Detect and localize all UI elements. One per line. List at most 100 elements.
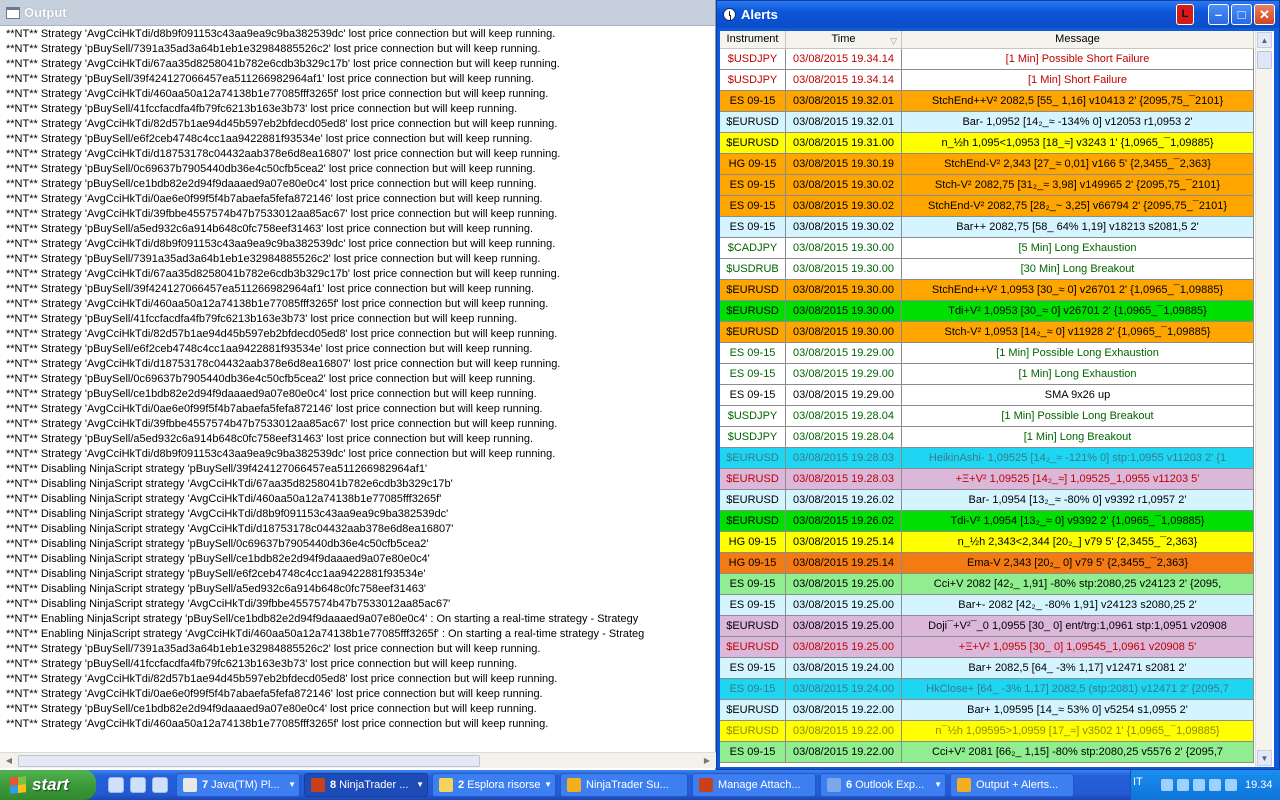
alert-row[interactable]: ES 09-15 03/08/2015 19.29.00 [1 Min] Possi… (720, 343, 1254, 364)
alert-row[interactable]: $USDRUB 03/08/2015 19.30.00 [30 Min] Long … (720, 259, 1254, 280)
taskbar-button-label: Output + Alerts... (976, 779, 1059, 791)
alert-message: n_½h 1,095<1,0953 [18_≈] v3243 1' {1,096… (902, 133, 1254, 153)
alert-row[interactable]: $CADJPY 03/08/2015 19.30.00 [5 Min] Long E… (720, 238, 1254, 259)
scrollbar-thumb[interactable] (18, 755, 480, 767)
alert-instrument: $CADJPY (720, 238, 786, 258)
alert-message: StchEnd++V² 1,0953 [30_≈ 0] v26701 2' {1… (902, 280, 1254, 300)
taskbar-button[interactable]: 2 Esplora risorse ▼ (432, 773, 556, 797)
app-icon (183, 778, 197, 792)
alert-row[interactable]: ES 09-15 03/08/2015 19.25.00 Bar+- 2082 [4… (720, 595, 1254, 616)
alert-instrument: $EURUSD (720, 721, 786, 741)
alert-row[interactable]: $EURUSD 03/08/2015 19.30.00 Stch-V² 1,0953… (720, 322, 1254, 343)
maximize-button[interactable]: □ (1231, 4, 1252, 25)
alert-row[interactable]: $USDJPY 03/08/2015 19.28.04 [1 Min] Long B… (720, 427, 1254, 448)
alert-message: [1 Min] Short Failure (902, 70, 1254, 90)
network-icon[interactable] (1177, 779, 1189, 791)
taskbar-button[interactable]: Manage Attach... (692, 773, 816, 797)
col-header-instrument[interactable]: Instrument (720, 31, 786, 48)
alert-instrument: $USDJPY (720, 70, 786, 90)
alert-row[interactable]: $EURUSD 03/08/2015 19.30.00 StchEnd++V² 1,… (720, 280, 1254, 301)
taskbar-button-label: Outlook Exp... (855, 779, 925, 791)
app-icon (439, 778, 453, 792)
app-icon (311, 778, 325, 792)
alert-time: 03/08/2015 19.28.03 (786, 469, 902, 489)
alert-row[interactable]: HG 09-15 03/08/2015 19.25.14 Ema-V 2,343 [… (720, 553, 1254, 574)
taskbar-button[interactable]: 8 NinjaTrader ... ▼ (304, 773, 428, 797)
alert-row[interactable]: $USDJPY 03/08/2015 19.34.14 [1 Min] Possib… (720, 49, 1254, 70)
close-button[interactable]: ✕ (1254, 4, 1275, 25)
taskbar-button-label: Esplora risorse (467, 779, 541, 791)
horizontal-scrollbar[interactable]: ◀ ▶ (0, 752, 716, 768)
alert-row[interactable]: ES 09-15 03/08/2015 19.30.02 Stch-V² 2082,… (720, 175, 1254, 196)
language-indicator[interactable]: IT (1133, 776, 1143, 788)
alert-instrument: ES 09-15 (720, 679, 786, 699)
alert-message: +Ξ+V² 1,0955 [30_ 0] 1,09545_1,0961 v209… (902, 637, 1254, 657)
alert-row[interactable]: $EURUSD 03/08/2015 19.25.00 +Ξ+V² 1,0955 [… (720, 637, 1254, 658)
alert-instrument: $EURUSD (720, 637, 786, 657)
start-label: start (32, 775, 69, 794)
alert-row[interactable]: $USDJPY 03/08/2015 19.34.14 [1 Min] Short … (720, 70, 1254, 91)
alert-row[interactable]: $EURUSD 03/08/2015 19.32.01 Bar- 1,0952 [1… (720, 112, 1254, 133)
alert-row[interactable]: ES 09-15 03/08/2015 19.30.02 StchEnd-V² 20… (720, 196, 1254, 217)
alert-row[interactable]: $EURUSD 03/08/2015 19.26.02 Tdi-V² 1,0954 … (720, 511, 1254, 532)
tray-arrow-icon[interactable] (1161, 779, 1173, 791)
display-icon[interactable] (1225, 779, 1237, 791)
alert-time: 03/08/2015 19.30.00 (786, 322, 902, 342)
alert-row[interactable]: ES 09-15 03/08/2015 19.30.02 Bar++ 2082,75… (720, 217, 1254, 238)
alert-message: [1 Min] Possible Short Failure (902, 49, 1254, 69)
alert-time: 03/08/2015 19.25.00 (786, 595, 902, 615)
vertical-scrollbar[interactable]: ▲ ▼ (1255, 31, 1272, 767)
taskbar-button[interactable]: Output + Alerts... (950, 773, 1074, 797)
alert-row[interactable]: $EURUSD 03/08/2015 19.22.00 n¯½h 1,09595>1… (720, 721, 1254, 742)
col-header-message[interactable]: Message (902, 31, 1254, 48)
alert-row[interactable]: ES 09-15 03/08/2015 19.22.00 Cci+V² 2081 [… (720, 742, 1254, 763)
alert-row[interactable]: HG 09-15 03/08/2015 19.25.14 n_½h 2,343<2,… (720, 532, 1254, 553)
alert-message: Cci+V 2082 [42₂_ 1,91] -80% stp:2080,25 … (902, 574, 1254, 594)
taskbar-button[interactable]: 7 Java(TM) Pl... ▼ (176, 773, 300, 797)
internet-explorer-icon[interactable] (130, 777, 146, 793)
log-line: **NT** Disabling NinjaScript strategy 'p… (6, 583, 427, 595)
volume-icon[interactable] (1209, 779, 1221, 791)
taskbar-button-label: Manage Attach... (718, 779, 801, 791)
start-button[interactable]: start (0, 770, 96, 800)
scroll-right-icon[interactable]: ▶ (700, 754, 714, 768)
taskbar-button[interactable]: 6 Outlook Exp... ▼ (820, 773, 946, 797)
scroll-left-icon[interactable]: ◀ (2, 754, 16, 768)
alert-row[interactable]: $EURUSD 03/08/2015 19.28.03 HeikinAshi- 1,… (720, 448, 1254, 469)
alerts-title-bar[interactable]: Alerts L – □ ✕ (717, 1, 1279, 28)
alert-row[interactable]: $USDJPY 03/08/2015 19.28.04 [1 Min] Possib… (720, 406, 1254, 427)
alert-message: HeikinAshi- 1,09525 [14₂_≈ -121% 0] stp:… (902, 448, 1254, 468)
alert-row[interactable]: ES 09-15 03/08/2015 19.24.00 HkClose+ [64_… (720, 679, 1254, 700)
alert-row[interactable]: $EURUSD 03/08/2015 19.30.00 Tdi+V² 1,0953 … (720, 301, 1254, 322)
alert-row[interactable]: HG 09-15 03/08/2015 19.30.19 StchEnd-V² 2,… (720, 154, 1254, 175)
alert-instrument: ES 09-15 (720, 742, 786, 762)
media-player-icon[interactable] (152, 777, 168, 793)
alert-time: 03/08/2015 19.22.00 (786, 742, 902, 762)
scroll-down-icon[interactable]: ▼ (1257, 750, 1272, 766)
alert-row[interactable]: $EURUSD 03/08/2015 19.26.02 Bar- 1,0954 [1… (720, 490, 1254, 511)
alert-row[interactable]: $EURUSD 03/08/2015 19.25.00 Doji¯+V²¯_0 1,… (720, 616, 1254, 637)
alert-row[interactable]: ES 09-15 03/08/2015 19.25.00 Cci+V 2082 [4… (720, 574, 1254, 595)
alert-row[interactable]: ES 09-15 03/08/2015 19.29.00 [1 Min] Long … (720, 364, 1254, 385)
clock[interactable]: 19.34 (1245, 779, 1273, 791)
scrollbar-thumb[interactable] (1257, 51, 1272, 69)
alert-instrument: $EURUSD (720, 280, 786, 300)
link-button[interactable]: L (1176, 4, 1194, 25)
output-title-bar[interactable]: Output (0, 0, 715, 26)
alert-row[interactable]: $EURUSD 03/08/2015 19.28.03 +Ξ+V² 1,09525 … (720, 469, 1254, 490)
alert-time: 03/08/2015 19.26.02 (786, 511, 902, 531)
security-icon[interactable] (1193, 779, 1205, 791)
alert-row[interactable]: ES 09-15 03/08/2015 19.24.00 Bar+ 2082,5 [… (720, 658, 1254, 679)
alert-row[interactable]: $EURUSD 03/08/2015 19.31.00 n_½h 1,095<1,0… (720, 133, 1254, 154)
taskbar-button[interactable]: NinjaTrader Su... (560, 773, 688, 797)
alert-row[interactable]: $EURUSD 03/08/2015 19.22.00 Bar+ 1,09595 [… (720, 700, 1254, 721)
output-log[interactable]: **NT** Strategy 'AvgCciHkTdi/d8b9f091153… (0, 27, 716, 749)
show-desktop-icon[interactable] (108, 777, 124, 793)
scroll-up-icon[interactable]: ▲ (1257, 32, 1272, 48)
minimize-button[interactable]: – (1208, 4, 1229, 25)
log-line: **NT** Strategy 'pBuySell/a5ed932c6a914b… (6, 223, 534, 235)
alert-row[interactable]: ES 09-15 03/08/2015 19.32.01 StchEnd++V² 2… (720, 91, 1254, 112)
log-line: **NT** Disabling NinjaScript strategy 'A… (6, 478, 453, 490)
col-header-time[interactable]: Time ▽ (786, 31, 902, 48)
alert-row[interactable]: ES 09-15 03/08/2015 19.29.00 SMA 9x26 up (720, 385, 1254, 406)
